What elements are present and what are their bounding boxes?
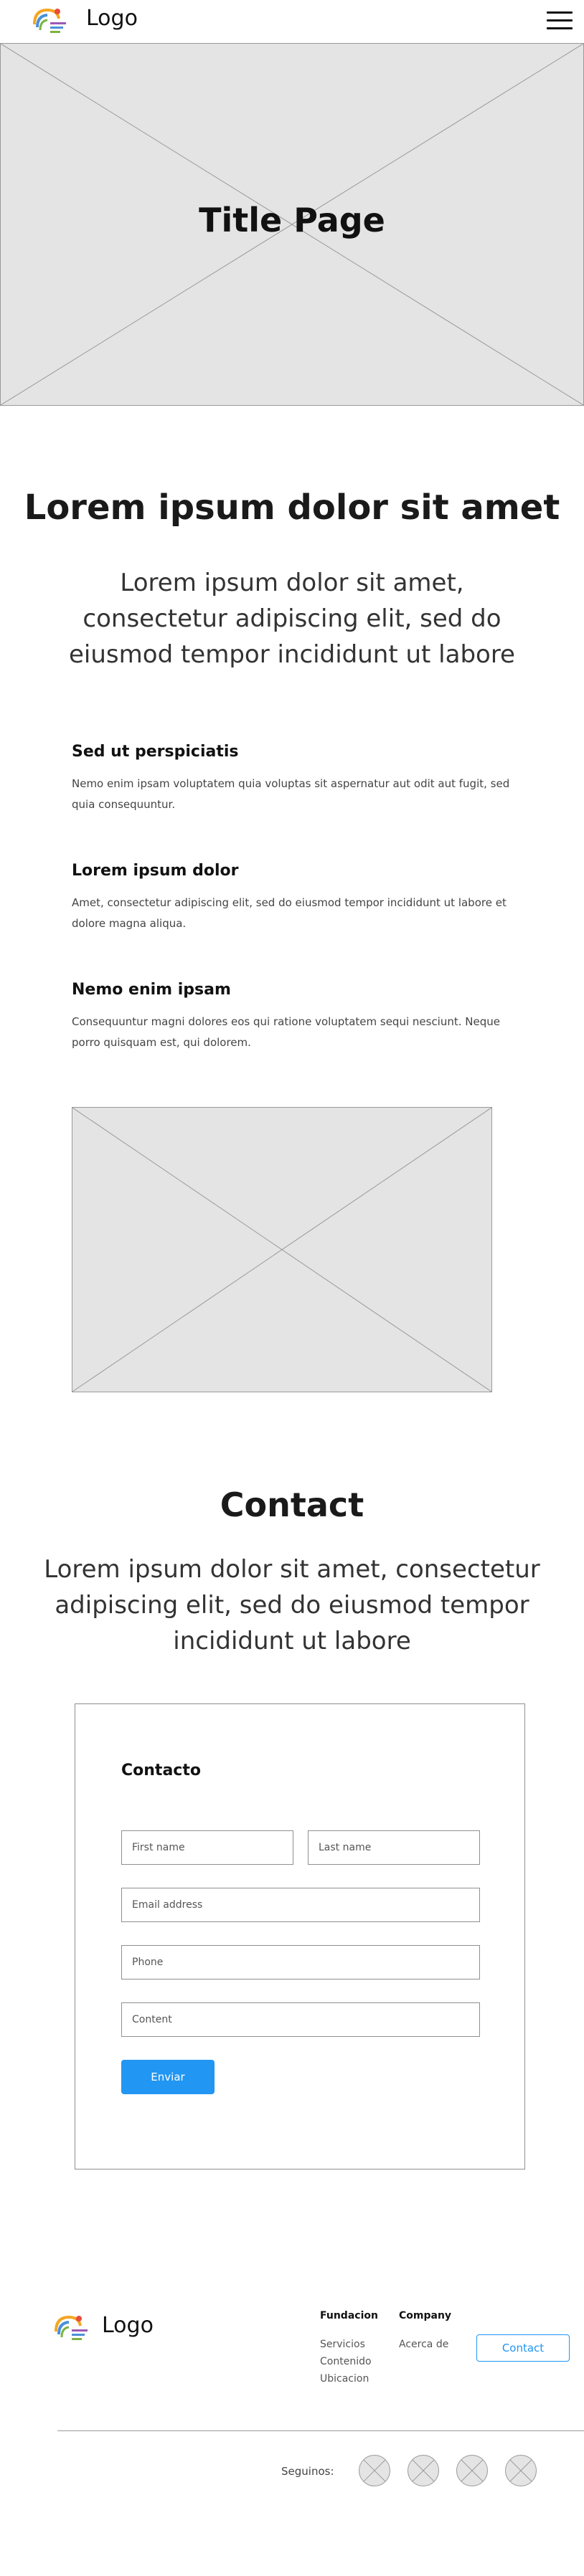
email-input[interactable] xyxy=(121,1888,480,1922)
site-header: Logo xyxy=(0,0,584,40)
header-logo-text[interactable]: Logo xyxy=(86,6,138,31)
feature-text: Consequuntur magni dolores eos qui ratio… xyxy=(72,1015,500,1049)
feature-title: Nemo enim ipsam xyxy=(72,981,231,999)
content-input[interactable] xyxy=(121,2002,480,2037)
first-name-input[interactable] xyxy=(121,1830,293,1865)
submit-button[interactable]: Enviar xyxy=(121,2060,215,2094)
footer-logo-text[interactable]: Logo xyxy=(102,2313,154,2338)
footer-link-contenido[interactable]: Contenido xyxy=(320,2356,372,2367)
feature-item: Lorem ipsum dolor Amet, consectetur adip… xyxy=(72,862,517,934)
form-heading: Contacto xyxy=(121,1762,201,1779)
intro-title: Lorem ipsum dolor sit amet xyxy=(24,488,560,528)
intro-subtitle: Lorem ipsum dolor sit amet, consectetur … xyxy=(69,569,515,669)
social-icon-1[interactable] xyxy=(359,2455,390,2486)
social-icon-4[interactable] xyxy=(505,2455,537,2486)
feature-item: Nemo enim ipsam Consequuntur magni dolor… xyxy=(72,981,517,1053)
footer-column-title-fundacion: Fundacion xyxy=(320,2310,378,2321)
hero-title: Title Page xyxy=(199,201,385,239)
feature-text: Amet, consectetur adipiscing elit, sed d… xyxy=(72,896,507,930)
contact-title: Contact xyxy=(220,1486,364,1524)
footer-link-servicios[interactable]: Servicios xyxy=(320,2339,365,2350)
footer-link-acerca-de[interactable]: Acerca de xyxy=(399,2339,448,2350)
footer-contact-button[interactable]: Contact xyxy=(476,2334,570,2362)
footer-link-ubicacion[interactable]: Ubicacion xyxy=(320,2373,369,2385)
phone-input[interactable] xyxy=(121,1945,480,1979)
feature-text: Nemo enim ipsam voluptatem quia voluptas… xyxy=(72,777,510,811)
image-placeholder-icon xyxy=(72,1107,492,1392)
follow-label: Seguinos: xyxy=(281,2465,334,2478)
social-icon-3[interactable] xyxy=(456,2455,488,2486)
feature-title: Lorem ipsum dolor xyxy=(72,862,239,880)
last-name-input[interactable] xyxy=(308,1830,480,1865)
feature-title: Sed ut perspiciatis xyxy=(72,743,239,761)
fundacion-logo-icon[interactable] xyxy=(50,2310,90,2344)
hamburger-menu-icon[interactable] xyxy=(547,11,573,30)
contact-subtitle: Lorem ipsum dolor sit amet, consectetur … xyxy=(44,1555,540,1655)
contact-form: Contacto Enviar xyxy=(75,1703,525,2169)
feature-item: Sed ut perspiciatis Nemo enim ipsam volu… xyxy=(72,743,517,815)
fundacion-logo-icon[interactable] xyxy=(29,3,69,37)
footer-column-title-company: Company xyxy=(399,2310,452,2321)
footer-divider xyxy=(57,2430,584,2431)
social-icon-2[interactable] xyxy=(408,2455,439,2486)
